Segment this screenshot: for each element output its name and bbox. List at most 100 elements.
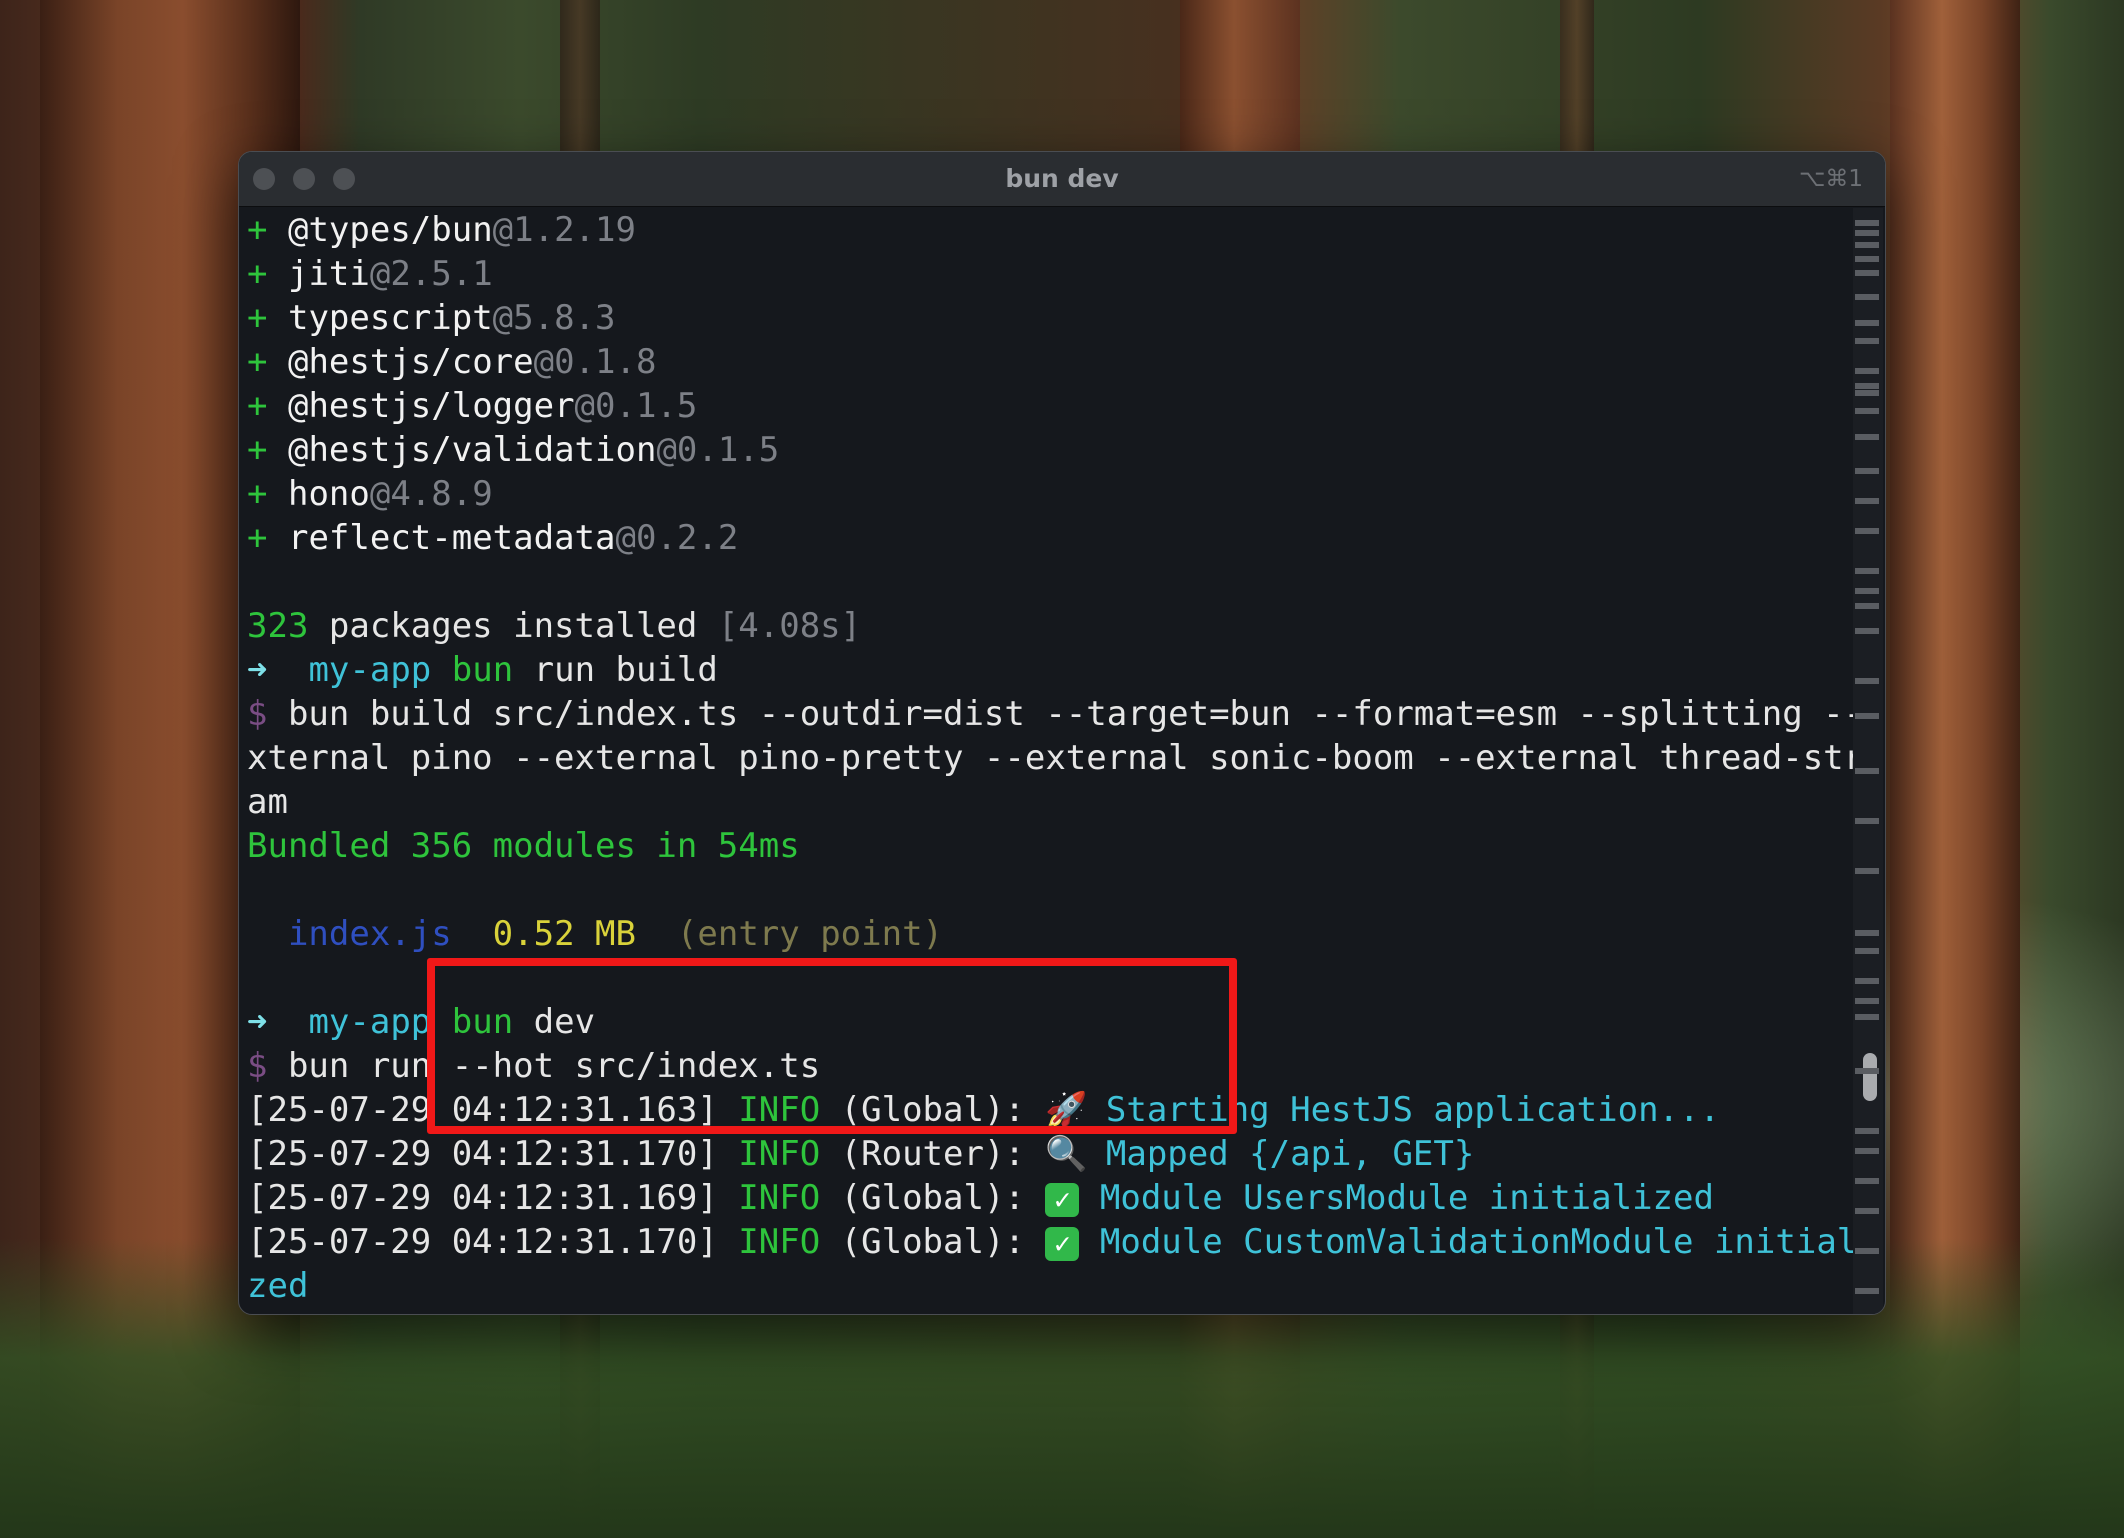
package-count: 323 [247,606,309,646]
exec-line: $ bun build src/index.ts --outdir=dist -… [247,692,1885,736]
scrollbar-mark [1855,713,1879,719]
scrollbar-mark [1855,868,1879,874]
scrollbar-mark [1855,818,1879,824]
package-name: typescript [287,298,493,338]
package-name: @hestjs/core [287,342,534,382]
log-timestamp: [25-07-29 04:12:31.170] [247,1134,718,1174]
log-timestamp: [25-07-29 04:12:31.169] [247,1178,718,1218]
scrollbar-mark [1855,1208,1879,1214]
log-level: INFO [738,1134,821,1174]
plus-sign: + [247,518,268,558]
scrollbar-mark [1855,390,1879,396]
package-version: @0.2.2 [615,518,739,558]
package-line: + @hestjs/core@0.1.8 [247,340,1851,384]
scrollbar-mark [1855,998,1879,1004]
annotation-highlight-box [427,958,1237,1134]
scrollbar-mark [1855,1068,1879,1074]
scrollbar-mark [1855,1178,1879,1184]
title-bar[interactable]: bun dev ⌥⌘1 [239,152,1885,207]
scrollbar[interactable] [1853,208,1883,1314]
package-list: + @types/bun@1.2.19 + jiti@2.5.1 + typescr… [247,208,1851,560]
scrollbar-mark [1855,1148,1879,1154]
package-line: + @hestjs/validation@0.1.5 [247,428,1851,472]
exec-text: bun build src/index.ts --outdir=dist --t… [267,694,1885,734]
log-message: Mapped {/api, GET} [1105,1134,1475,1174]
plus-sign: + [247,474,268,514]
scrollbar-mark [1855,948,1879,954]
magnifier-icon: 🔍 [1045,1134,1088,1174]
scrollbar-mark [1855,1014,1879,1020]
scrollbar-mark [1855,568,1879,574]
plus-sign: + [247,430,268,470]
exec-line: xternal pino --external pino-pretty --ex… [247,738,1885,778]
exec-line: am [247,782,288,822]
scrollbar-mark [1855,368,1879,374]
scrollbar-mark [1855,768,1879,774]
package-name: @hestjs/validation [287,430,657,470]
log-context: (Global): [840,1222,1025,1262]
plus-sign: + [247,386,268,426]
scrollbar-mark [1855,930,1879,936]
output-file: index.js [287,914,452,954]
package-line: + hono@4.8.9 [247,472,1851,516]
plus-sign: + [247,254,268,294]
package-version: @1.2.19 [492,210,636,250]
scrollbar-mark [1855,588,1879,594]
command-bin: bun [451,650,514,690]
window-shortcut: ⌥⌘1 [1798,166,1863,192]
prompt-arrow-icon: ➜ [247,1002,268,1042]
checkmark-icon: ✓ [1045,1226,1080,1261]
bundled-message: Bundled 356 modules in 54ms [247,826,800,866]
scrollbar-mark [1855,338,1879,344]
log-message: Module UsersModule initialized [1099,1178,1714,1218]
install-summary-text: packages installed [308,606,718,646]
scrollbar-mark [1855,434,1879,440]
scrollbar-mark [1855,1288,1879,1294]
package-name: jiti [287,254,370,294]
package-version: @0.1.5 [574,386,698,426]
plus-sign: + [247,298,268,338]
scrollbar-mark [1855,383,1879,389]
prompt-dir: my-app [308,650,432,690]
prompt-arrow-icon: ➜ [247,650,268,690]
terminal-output[interactable]: + @types/bun@1.2.19 + jiti@2.5.1 + typescr… [239,208,1885,1314]
log-wrap: zed [247,1266,309,1306]
package-version: @4.8.9 [369,474,493,514]
scrollbar-mark [1855,978,1879,984]
package-name: @hestjs/logger [287,386,575,426]
package-name: hono [287,474,370,514]
command-args: run build [513,650,718,690]
scrollbar-mark [1855,220,1879,226]
log-timestamp: [25-07-29 04:12:31.170] [247,1222,718,1262]
package-line: + typescript@5.8.3 [247,296,1851,340]
scrollbar-mark [1855,678,1879,684]
package-line: + @hestjs/logger@0.1.5 [247,384,1851,428]
log-message: Module CustomValidationModule initiali [1099,1222,1878,1262]
package-version: @2.5.1 [369,254,493,294]
scrollbar-mark [1855,468,1879,474]
package-line: + @types/bun@1.2.19 [247,208,1851,252]
package-version: @5.8.3 [492,298,616,338]
install-summary: 323 packages installed [4.08s] [247,604,1851,648]
plus-sign: + [247,342,268,382]
output-size: 0.52 MB [492,914,636,954]
log-line: [25-07-29 04:12:31.169] INFO (Global): ✓… [247,1176,1851,1220]
scrollbar-thumb[interactable] [1863,1053,1877,1101]
window-title: bun dev [1005,164,1119,193]
log-level: INFO [738,1178,821,1218]
log-context: (Router): [840,1134,1025,1174]
scrollbar-mark [1855,294,1879,300]
log-level: INFO [738,1222,821,1262]
terminal-window[interactable]: bun dev ⌥⌘1 + @types/bun@1.2.19 + jiti@2.… [238,151,1886,1315]
scrollbar-mark [1855,320,1879,326]
scrollbar-mark [1855,628,1879,634]
package-name: reflect-metadata [287,518,616,558]
package-line: + reflect-metadata@0.2.2 [247,516,1851,560]
package-version: @0.1.8 [533,342,657,382]
log-line: [25-07-29 04:12:31.170] INFO (Router): 🔍… [247,1132,1851,1176]
output-note: (entry point) [676,914,944,954]
scrollbar-mark [1855,230,1879,236]
log-line: [25-07-29 04:12:31.170] INFO (Global): ✓… [247,1220,1878,1264]
